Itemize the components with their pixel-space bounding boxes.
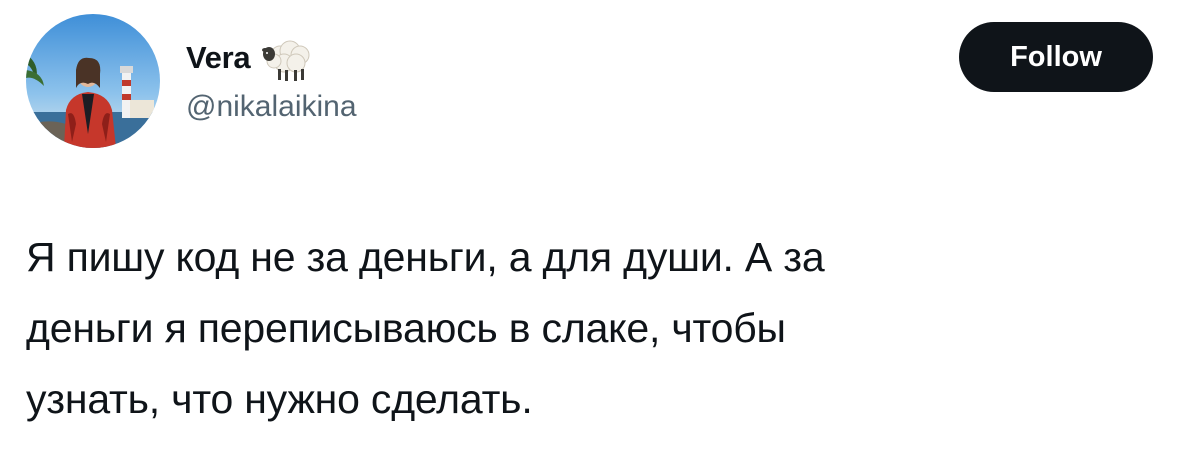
tweet-header: Vera @nikalaikina Follow: [26, 14, 1153, 148]
avatar[interactable]: [26, 14, 160, 148]
user-info: Vera @nikalaikina: [186, 34, 357, 124]
display-name[interactable]: Vera: [186, 40, 251, 76]
follow-button[interactable]: Follow: [959, 22, 1153, 92]
name-row: Vera: [186, 34, 357, 82]
sheep-emoji-icon: [260, 33, 316, 83]
avatar-photo: [26, 14, 160, 148]
tweet-text: Я пишу код не за деньги, а для души. А з…: [26, 234, 825, 422]
user-handle[interactable]: @nikalaikina: [186, 90, 357, 124]
